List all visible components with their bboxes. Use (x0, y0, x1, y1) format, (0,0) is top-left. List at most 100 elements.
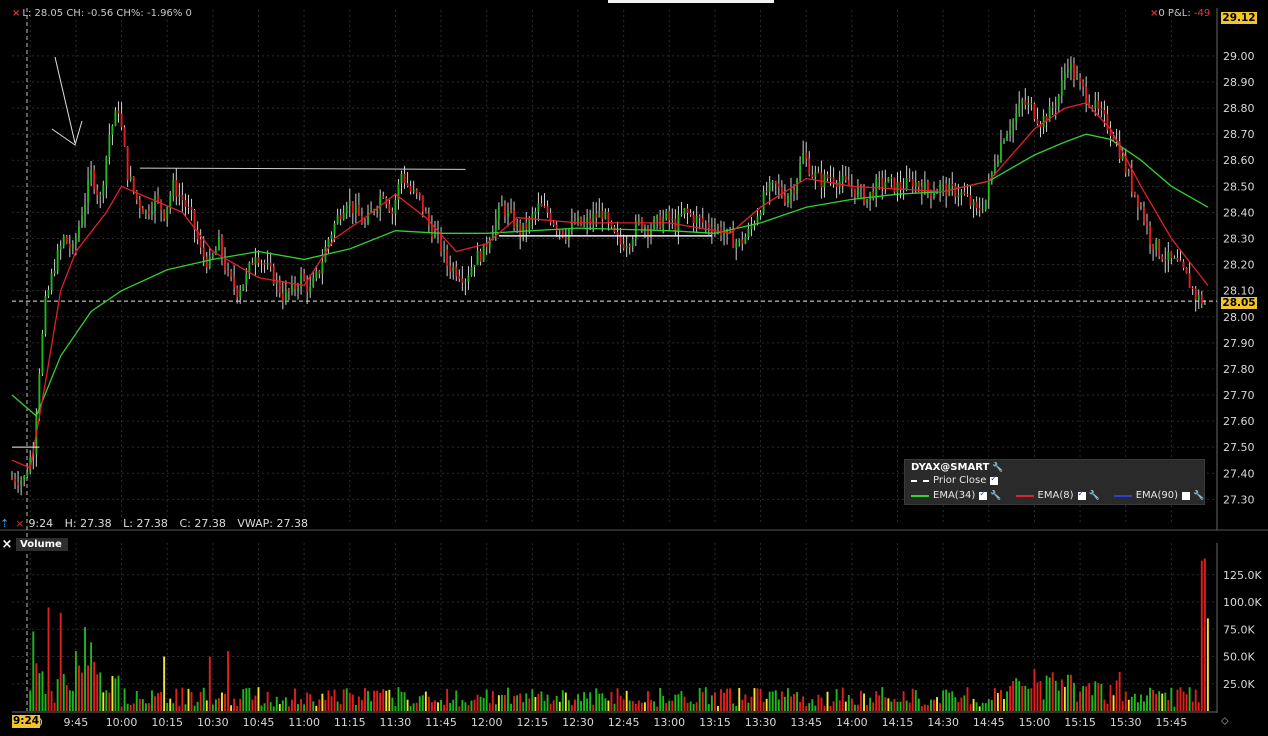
candle-body[interactable] (11, 478, 13, 480)
candle-body[interactable] (1082, 81, 1085, 87)
candle-body[interactable] (686, 208, 689, 213)
candle-body[interactable] (321, 261, 324, 274)
candle-body[interactable] (117, 110, 120, 114)
volume-bar[interactable] (491, 691, 494, 711)
candle-body[interactable] (1063, 72, 1066, 80)
volume-bar[interactable] (87, 665, 90, 711)
volume-bar[interactable] (221, 692, 223, 711)
volume-bar[interactable] (774, 690, 777, 711)
volume-bar[interactable] (32, 631, 35, 711)
candle-body[interactable] (364, 223, 366, 225)
candle-body[interactable] (309, 286, 312, 292)
volume-bar[interactable] (59, 612, 62, 711)
volume-bar[interactable] (199, 692, 202, 711)
volume-bar[interactable] (248, 687, 251, 711)
volume-bar[interactable] (656, 706, 659, 711)
candle-body[interactable] (68, 243, 71, 249)
candle-body[interactable] (23, 476, 26, 480)
volume-bar[interactable] (446, 688, 449, 711)
volume-bar[interactable] (592, 704, 595, 711)
volume-bar[interactable] (449, 702, 452, 711)
volume-bar[interactable] (659, 687, 662, 711)
volume-bar[interactable] (802, 696, 805, 711)
volume-bar[interactable] (318, 699, 321, 711)
volume-bar[interactable] (1069, 674, 1072, 711)
volume-bar[interactable] (345, 688, 348, 711)
volume-bar[interactable] (869, 697, 872, 711)
volume-bar[interactable] (211, 704, 214, 711)
volume-bar[interactable] (1118, 672, 1121, 711)
candle-body[interactable] (756, 216, 759, 224)
ema90-checkbox[interactable] (1182, 491, 1191, 500)
candle-body[interactable] (303, 273, 306, 281)
volume-bar[interactable] (1176, 689, 1179, 711)
volume-bar[interactable] (1030, 688, 1033, 711)
volume-bar[interactable] (957, 701, 960, 711)
volume-bar[interactable] (494, 704, 497, 711)
candle-body[interactable] (1164, 259, 1167, 261)
volume-bar[interactable] (771, 691, 774, 711)
volume-bar[interactable] (759, 689, 762, 711)
candle-body[interactable] (1167, 251, 1170, 261)
volume-bar[interactable] (205, 700, 208, 711)
candle-body[interactable] (516, 223, 519, 228)
candle-body[interactable] (178, 195, 181, 197)
volume-bar[interactable] (926, 705, 929, 711)
volume-bar[interactable] (266, 691, 269, 711)
candle-body[interactable] (190, 207, 193, 210)
volume-bar[interactable] (1054, 680, 1057, 711)
volume-bar[interactable] (720, 689, 722, 711)
candle-body[interactable] (239, 290, 242, 298)
volume-bar[interactable] (543, 700, 546, 711)
volume-bar[interactable] (1036, 682, 1039, 711)
volume-bar[interactable] (546, 694, 549, 711)
volume-bar[interactable] (284, 697, 287, 711)
volume-bar[interactable] (29, 690, 32, 711)
candle-body[interactable] (738, 239, 741, 243)
candle-body[interactable] (99, 195, 102, 197)
candle-body[interactable] (811, 174, 814, 178)
volume-bar[interactable] (44, 694, 47, 711)
volume-bar[interactable] (838, 700, 841, 711)
candle-body[interactable] (251, 262, 254, 265)
volume-bar[interactable] (312, 701, 315, 711)
volume-bar[interactable] (820, 697, 823, 711)
candle-body[interactable] (933, 193, 935, 198)
candle-body[interactable] (1133, 191, 1136, 196)
volume-bar[interactable] (653, 701, 656, 711)
candle-body[interactable] (59, 245, 62, 250)
candle-body[interactable] (1161, 256, 1164, 260)
candle-body[interactable] (123, 127, 126, 147)
candle-body[interactable] (1155, 239, 1158, 250)
candle-body[interactable] (260, 262, 263, 264)
volume-bar[interactable] (534, 696, 537, 711)
candle-body[interactable] (434, 231, 436, 238)
candle-body[interactable] (616, 232, 619, 235)
volume-bar[interactable] (1018, 681, 1021, 711)
volume-bar[interactable] (1012, 680, 1015, 711)
volume-bar[interactable] (780, 691, 783, 711)
candle-body[interactable] (637, 218, 640, 222)
candle-body[interactable] (978, 208, 981, 211)
volume-bar[interactable] (650, 700, 652, 711)
candle-body[interactable] (394, 200, 397, 214)
volume-bar[interactable] (984, 703, 987, 711)
volume-bar[interactable] (357, 696, 360, 711)
candle-body[interactable] (345, 205, 348, 214)
volume-label[interactable]: Volume (16, 537, 68, 551)
volume-bar[interactable] (424, 691, 427, 711)
candle-body[interactable] (1085, 86, 1088, 103)
volume-bar[interactable] (38, 673, 41, 711)
candle-body[interactable] (175, 179, 178, 197)
volume-bar[interactable] (263, 703, 266, 711)
volume-bar[interactable] (762, 701, 765, 711)
candle-body[interactable] (823, 174, 826, 188)
volume-bar[interactable] (376, 690, 379, 711)
volume-bar[interactable] (923, 704, 926, 711)
annotation-arrow[interactable] (54, 56, 76, 144)
volume-bar[interactable] (726, 688, 729, 711)
candle-body[interactable] (790, 189, 792, 196)
volume-bar[interactable] (470, 700, 473, 711)
volume-bar[interactable] (860, 690, 862, 711)
volume-bar[interactable] (342, 689, 345, 711)
